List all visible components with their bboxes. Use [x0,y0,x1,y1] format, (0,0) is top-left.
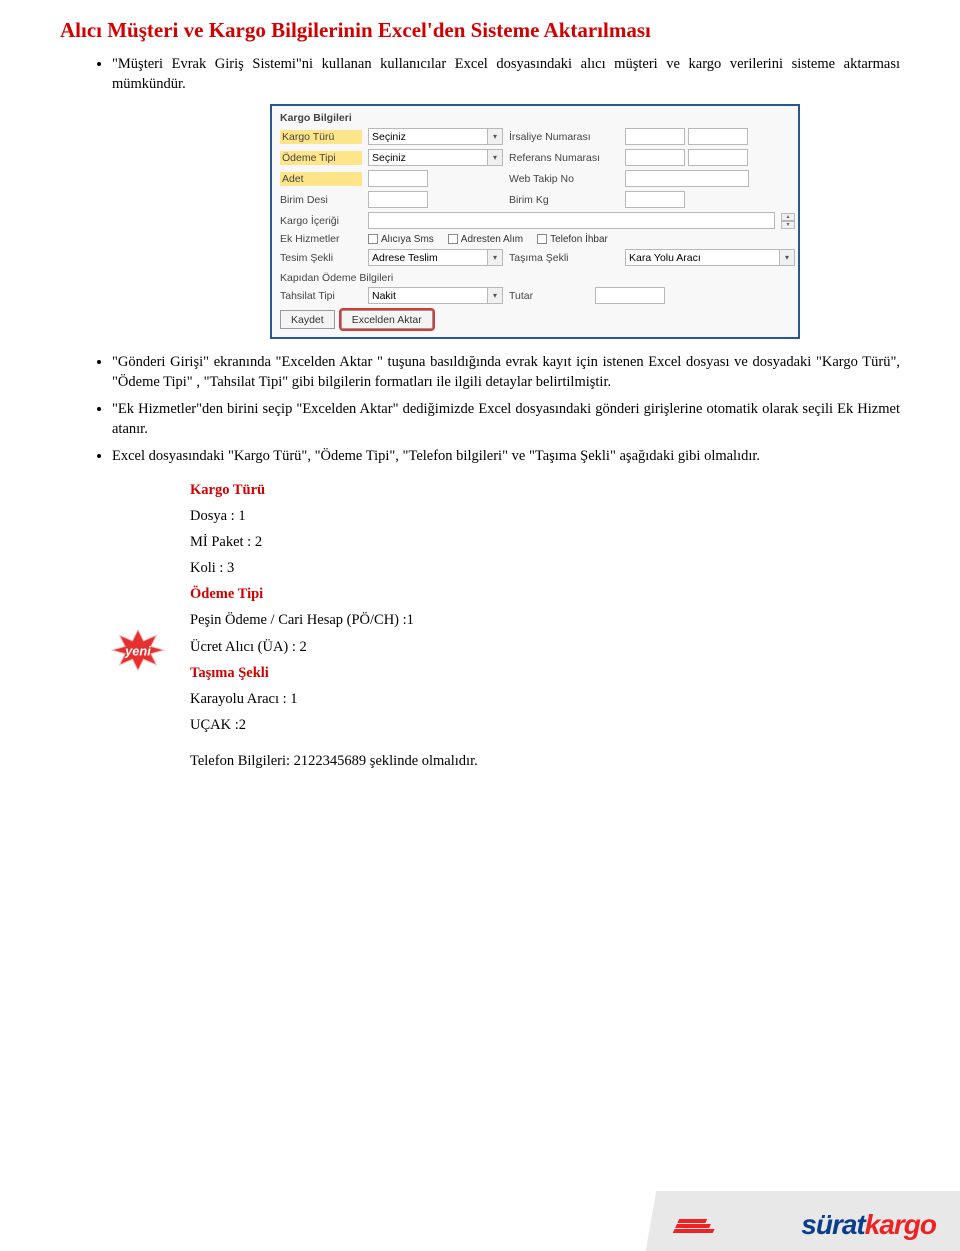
checkbox-adresten-alim[interactable]: Adresten Alım [448,234,523,245]
input-adet[interactable] [368,170,428,187]
def-telefon: Telefon Bilgileri: 2122345689 şeklinde o… [190,748,900,774]
def-item: Ücret Alıcı (ÜA) : 2 [190,639,307,655]
sub-section-kapidan: Kapıdan Ödeme Bilgileri [280,272,790,284]
mid-bullet-list: "Gönderi Girişi" ekranında "Excelden Akt… [60,353,900,467]
input-irsaliye-2[interactable] [688,128,748,145]
input-tahsilat-tipi[interactable] [368,287,488,304]
input-tutar[interactable] [595,287,665,304]
list-item: "Gönderi Girişi" ekranında "Excelden Akt… [112,353,900,392]
chevron-down-icon[interactable]: ▾ [487,287,503,304]
select-tahsilat-tipi[interactable]: ▾ [368,287,503,304]
checkbox-telefon-ihbar[interactable]: Telefon İhbar [537,234,608,245]
checkbox-label: Telefon İhbar [550,234,608,245]
logo-part2: kargo [865,1209,936,1240]
select-odeme-tipi[interactable]: ▾ [368,149,503,166]
def-item: Koli : 3 [190,555,900,581]
input-referans-2[interactable] [688,149,748,166]
label-adet: Adet [280,172,362,186]
label-tutar: Tutar [509,290,589,302]
list-item: "Ek Hizmetler"den birini seçip "Excelden… [112,400,900,439]
kargo-form-screenshot: Kargo Bilgileri Kargo Türü ▾ İrsaliye Nu… [270,104,800,339]
chevron-down-icon[interactable]: ▾ [487,149,503,166]
textarea-scroll-icon[interactable]: ▴▾ [781,213,795,229]
select-tesim-sekli[interactable]: ▾ [368,249,503,266]
def-head-tasima-sekli: Taşıma Şekli [190,660,900,686]
def-item: Mİ Paket : 2 [190,529,900,555]
logo-part1: sürat [801,1209,864,1240]
input-odeme-tipi[interactable] [368,149,488,166]
svg-text:yeni: yeni [124,643,151,658]
excelden-aktar-button[interactable]: Excelden Aktar [341,310,433,329]
input-tasima-sekli[interactable] [625,249,780,266]
input-irsaliye-1[interactable] [625,128,685,145]
label-kargo-icerigi: Kargo İçeriği [280,215,362,227]
intro-bullet-list: "Müşteri Evrak Giriş Sistemi"ni kullanan… [60,55,900,94]
checkbox-label: Alıcıya Sms [381,234,434,245]
def-head-odeme-tipi: Ödeme Tipi [190,581,900,607]
intro-bullet: "Müşteri Evrak Giriş Sistemi"ni kullanan… [112,55,900,94]
input-kargo-turu[interactable] [368,128,488,145]
input-birim-desi[interactable] [368,191,428,208]
def-item: Dosya : 1 [190,503,900,529]
label-odeme-tipi: Ödeme Tipi [280,151,362,165]
input-referans-1[interactable] [625,149,685,166]
checkbox-aliciya-sms[interactable]: Alıcıya Sms [368,234,434,245]
input-birim-kg[interactable] [625,191,685,208]
label-referans: Referans Numarası [509,152,619,164]
def-item: Peşin Ödeme / Cari Hesap (PÖ/CH) :1 [190,607,900,633]
page-title: Alıcı Müşteri ve Kargo Bilgilerinin Exce… [60,18,900,43]
list-item: Excel dosyasındaki "Kargo Türü", "Ödeme … [112,447,900,467]
label-web-takip: Web Takip No [509,173,619,185]
select-tasima-sekli[interactable]: ▾ [625,249,795,266]
label-tahsilat-tipi: Tahsilat Tipi [280,290,362,302]
label-birim-kg: Birim Kg [509,194,619,206]
label-kargo-turu: Kargo Türü [280,130,362,144]
definitions-block: Kargo Türü Dosya : 1 Mİ Paket : 2 Koli :… [190,477,900,774]
suratkargo-logo: süratkargo [801,1209,936,1241]
chevron-down-icon[interactable]: ▾ [779,249,795,266]
label-tesim-sekli: Tesim Şekli [280,252,362,264]
kaydet-button[interactable]: Kaydet [280,310,335,329]
label-irsaliye: İrsaliye Numarası [509,131,619,143]
label-ek-hizmetler: Ek Hizmetler [280,233,362,245]
chevron-down-icon[interactable]: ▾ [487,128,503,145]
checkbox-label: Adresten Alım [461,234,523,245]
label-birim-desi: Birim Desi [280,194,362,206]
page-footer: süratkargo [0,1191,960,1251]
new-badge-icon: yeni [110,628,166,674]
input-tesim-sekli[interactable] [368,249,488,266]
chevron-down-icon[interactable]: ▾ [487,249,503,266]
input-web-takip[interactable] [625,170,749,187]
form-section-header: Kargo Bilgileri [280,112,790,124]
def-item: UÇAK :2 [190,712,900,738]
def-item: Karayolu Aracı : 1 [190,686,900,712]
input-kargo-icerigi[interactable] [368,212,775,229]
def-head-kargo-turu: Kargo Türü [190,477,900,503]
label-tasima-sekli: Taşıma Şekli [509,252,619,264]
select-kargo-turu[interactable]: ▾ [368,128,503,145]
logo-stripes-icon [673,1219,720,1233]
